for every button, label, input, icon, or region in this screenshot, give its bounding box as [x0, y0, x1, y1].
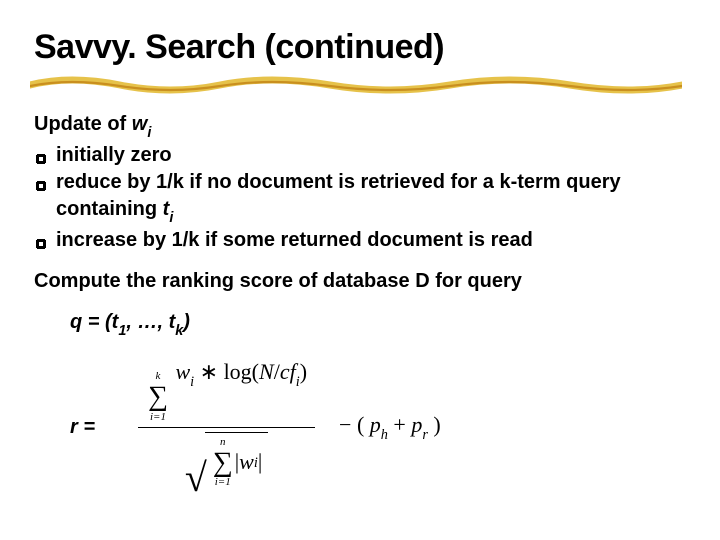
bullet-1: initially zero — [34, 142, 686, 169]
slide: Savvy. Search (continued) Update of wi — [0, 0, 720, 540]
sum-symbol: n ∑ i=1 — [213, 437, 233, 488]
bullet-2-text: reduce by 1/k if no document is retrieve… — [56, 169, 686, 227]
formula-body: k ∑ i=1 wi ∗ log(N/cfi) √ n — [128, 353, 441, 500]
slide-body: Update of wi initially zero — [34, 111, 686, 501]
r-label: r = — [70, 414, 128, 441]
bullet-3: increase by 1/k if some returned documen… — [34, 227, 686, 254]
sqrt: √ n ∑ i=1 | wi | — [185, 432, 268, 488]
update-block: Update of wi initially zero — [34, 111, 686, 254]
compute-line: Compute the ranking score of database D … — [34, 268, 686, 295]
bullet-1-text: initially zero — [56, 142, 686, 169]
bullet-icon — [34, 147, 48, 161]
bullet-icon — [34, 174, 48, 188]
update-heading: Update of wi — [34, 111, 686, 142]
q-definition: q = (t1, …, tk) — [34, 309, 686, 340]
numerator: k ∑ i=1 wi ∗ log(N/cfi) — [138, 353, 315, 426]
slide-title: Savvy. Search (continued) — [34, 28, 686, 67]
fraction: k ∑ i=1 wi ∗ log(N/cfi) √ n — [138, 353, 315, 500]
bullet-3-text: increase by 1/k if some returned documen… — [56, 227, 686, 254]
denominator: √ n ∑ i=1 | wi | — [177, 428, 276, 501]
title-underline — [34, 71, 686, 97]
bullet-2: reduce by 1/k if no document is retrieve… — [34, 169, 686, 227]
bullet-icon — [34, 232, 48, 246]
penalty-term: − ( ph + pr ) — [339, 410, 441, 444]
sum-symbol: k ∑ i=1 — [148, 371, 168, 422]
ranking-formula: r = k ∑ i=1 wi ∗ log(N/cfi) √ — [34, 353, 686, 500]
